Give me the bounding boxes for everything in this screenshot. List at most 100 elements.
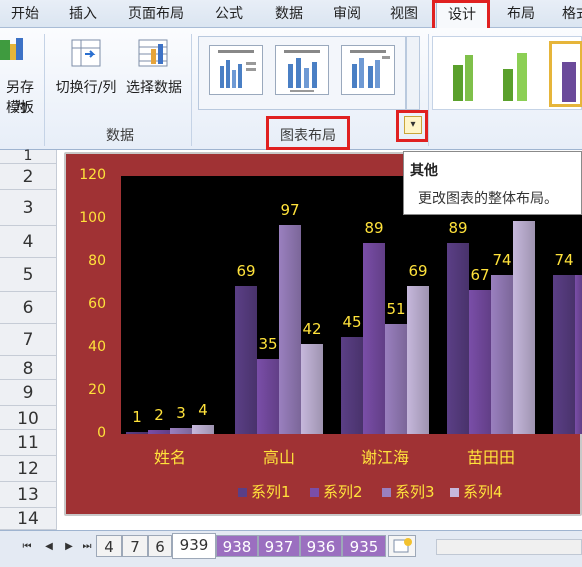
last-sheet-icon[interactable]: ⏭ [80, 539, 94, 555]
y-tick-label: 20 [88, 382, 106, 398]
row-header-12[interactable]: 12 [0, 456, 56, 482]
gallery-scrollbar[interactable] [406, 36, 420, 110]
bar[interactable] [469, 289, 491, 434]
tab-home[interactable]: 开始 [0, 0, 50, 28]
legend-label: 系列1 [251, 483, 291, 501]
sheet-tab-4[interactable]: 4 [96, 535, 122, 557]
row-header-7[interactable]: 7 [0, 324, 56, 356]
sheet-tab-6[interactable]: 6 [148, 535, 172, 557]
category-label: 姓名 [153, 448, 186, 467]
save-as-template-label-2[interactable]: 模板 [0, 98, 40, 118]
bar[interactable] [257, 358, 279, 434]
prev-sheet-icon[interactable]: ◀ [42, 539, 56, 555]
data-label: 89 [448, 218, 468, 237]
y-tick-label: 60 [88, 296, 106, 312]
bar[interactable] [126, 431, 148, 434]
group-separator [191, 34, 192, 146]
row-header-14[interactable]: 14 [0, 508, 56, 530]
data-label: 74 [554, 250, 574, 269]
sheet-tab-939[interactable]: 939 [172, 533, 216, 559]
data-label: 69 [236, 261, 256, 280]
bar[interactable] [407, 285, 429, 434]
data-label: 97 [280, 201, 300, 220]
legend-swatch [238, 488, 247, 497]
bar[interactable] [363, 242, 385, 434]
chart-style-purple-selected[interactable] [549, 41, 582, 107]
row-header-8[interactable]: 8 [0, 356, 56, 380]
row-header-11[interactable]: 11 [0, 430, 56, 456]
legend-label: 系列4 [463, 483, 503, 501]
row-header-6[interactable]: 6 [0, 292, 56, 324]
tab-page-layout[interactable]: 页面布局 [120, 0, 192, 28]
tab-layout[interactable]: 布局 [498, 0, 544, 28]
chart-layout-gallery [198, 36, 406, 110]
bar[interactable] [385, 324, 407, 434]
category-label: 谢江海 [360, 448, 409, 467]
chart-layout-3[interactable] [341, 45, 395, 95]
horizontal-scrollbar[interactable] [436, 539, 582, 555]
bar[interactable] [553, 274, 575, 434]
sheet-tab-7[interactable]: 7 [122, 535, 148, 557]
legend-label: 系列3 [395, 483, 435, 501]
bar[interactable] [170, 427, 192, 434]
bar[interactable] [235, 285, 257, 434]
insert-sheet-icon[interactable] [388, 535, 416, 557]
switch-row-column-icon[interactable] [70, 38, 102, 68]
tab-view[interactable]: 视图 [381, 0, 427, 28]
chart-style-green-1[interactable] [443, 45, 491, 103]
bar[interactable] [341, 337, 363, 434]
bar[interactable] [148, 429, 170, 434]
category-label: 苗田田 [466, 448, 515, 467]
legend-swatch [450, 488, 459, 497]
legend-swatch [382, 488, 391, 497]
row-header-1[interactable]: 1 [0, 149, 56, 164]
highlight-chart-layouts-label [266, 116, 350, 150]
row-header-13[interactable]: 13 [0, 482, 56, 508]
sheet-tab-938[interactable]: 938 [216, 535, 258, 557]
chart-layout-1[interactable] [209, 45, 263, 95]
tab-data[interactable]: 数据 [266, 0, 312, 28]
row-header-9[interactable]: 9 [0, 380, 56, 406]
bar[interactable] [301, 343, 323, 434]
tab-format[interactable]: 格式 [556, 0, 582, 28]
chart-legend[interactable]: 系列1 系列2 系列3 系列4 [238, 482, 538, 502]
bar[interactable] [491, 274, 513, 434]
row-header-5[interactable]: 5 [0, 258, 56, 292]
save-as-template-icon[interactable] [0, 36, 24, 64]
tab-formulas[interactable]: 公式 [206, 0, 252, 28]
chart-layout-2[interactable] [275, 45, 329, 95]
y-tick-label: 40 [88, 339, 106, 355]
next-sheet-icon[interactable]: ▶ [62, 539, 76, 555]
data-label: 4 [198, 401, 208, 420]
bar[interactable] [192, 425, 214, 434]
row-header-2[interactable]: 2 [0, 164, 56, 190]
data-label: 69 [408, 261, 428, 280]
row-header-4[interactable]: 4 [0, 226, 56, 258]
data-label: 89 [364, 218, 384, 237]
bar[interactable] [513, 221, 535, 434]
group-separator [44, 34, 45, 146]
first-sheet-icon[interactable]: ⏮ [20, 539, 34, 555]
y-tick-label: 100 [79, 210, 106, 226]
sheet-tab-935[interactable]: 935 [342, 535, 386, 557]
y-tick-label: 80 [88, 253, 106, 269]
bar[interactable] [575, 274, 582, 434]
legend-swatch [310, 488, 319, 497]
switch-row-column-button[interactable]: 切换行/列 [50, 78, 122, 98]
sheet-tab-bar: ⏮ ◀ ▶ ⏭ 4 7 6 939 938 937 936 935 [0, 530, 582, 567]
select-data-button[interactable]: 选择数据 [122, 78, 186, 98]
sheet-tab-937[interactable]: 937 [258, 535, 300, 557]
tab-review[interactable]: 审阅 [324, 0, 370, 28]
y-tick-label: 120 [79, 167, 106, 183]
chart-style-green-2[interactable] [495, 45, 543, 103]
legend-item-series1: 系列1 [238, 482, 291, 502]
row-header-3[interactable]: 3 [0, 190, 56, 226]
select-data-icon[interactable] [137, 38, 169, 68]
chart-styles-gallery [432, 36, 582, 110]
category-label: 高山 [262, 448, 295, 467]
tab-insert[interactable]: 插入 [58, 0, 108, 28]
ribbon-body: 另存为 模板 切换行/列 选择数据 数据 ▾ 图表布局 [0, 28, 582, 150]
data-group-label: 数据 [106, 128, 134, 144]
sheet-tab-936[interactable]: 936 [300, 535, 342, 557]
row-header-10[interactable]: 10 [0, 406, 56, 430]
